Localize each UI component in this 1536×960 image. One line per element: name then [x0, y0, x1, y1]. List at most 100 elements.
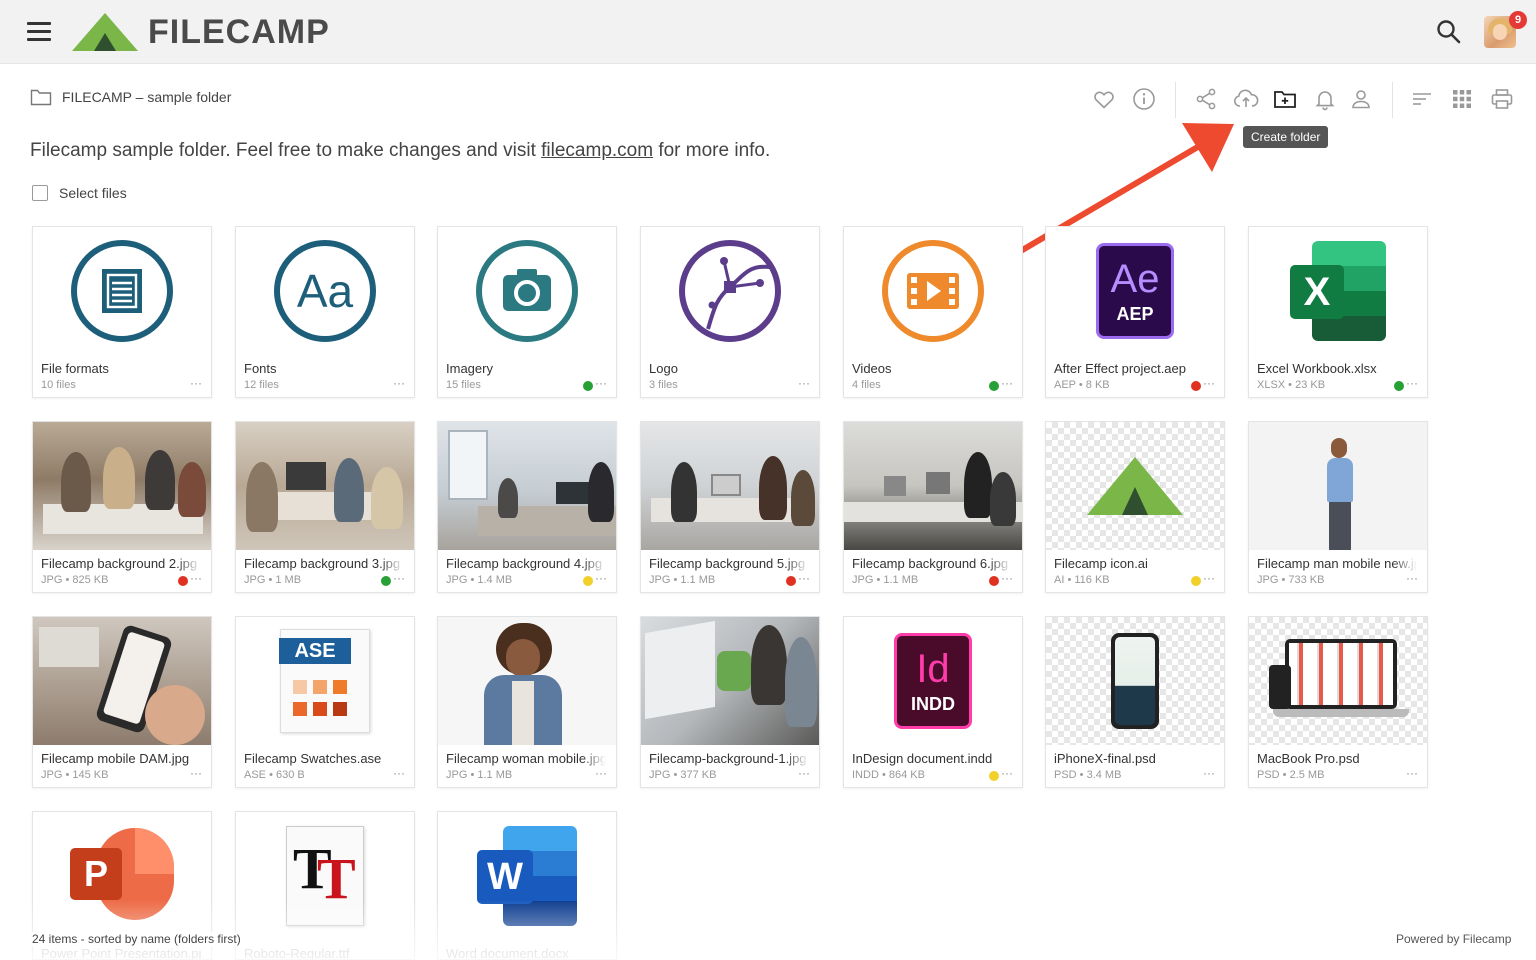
- photo-thumbnail: [33, 617, 211, 745]
- item-name: Filecamp background 3.jpg: [244, 556, 401, 571]
- create-folder-icon[interactable]: [1273, 87, 1297, 111]
- file-card[interactable]: Filecamp woman mobile.jpg JPG • 1.1 MB ·…: [437, 616, 617, 788]
- file-card[interactable]: W Word document.docx: [437, 811, 617, 960]
- more-options-icon[interactable]: ···: [595, 571, 607, 585]
- more-options-icon[interactable]: ···: [190, 571, 202, 585]
- svg-text:Aa: Aa: [297, 265, 354, 317]
- logo-pen-icon: [679, 240, 781, 342]
- info-icon[interactable]: [1132, 87, 1156, 111]
- file-thumbnail: T T: [236, 812, 414, 940]
- item-name: Filecamp background 4.jpg: [446, 556, 603, 571]
- file-card[interactable]: Filecamp mobile DAM.jpg JPG • 145 KB ···: [32, 616, 212, 788]
- more-options-icon[interactable]: ···: [595, 766, 607, 780]
- item-name: Filecamp icon.ai: [1054, 556, 1148, 571]
- filecamp-mountain-icon: [72, 13, 138, 51]
- file-card[interactable]: ASE Filecamp Swatches.ase ASE • 630 B ··…: [235, 616, 415, 788]
- more-options-icon[interactable]: ···: [798, 376, 810, 390]
- folder-icon: [30, 89, 52, 106]
- bell-icon[interactable]: [1313, 87, 1337, 111]
- font-file-icon: T T: [286, 826, 364, 926]
- file-card[interactable]: MacBook Pro.psd PSD • 2.5 MB ···: [1248, 616, 1428, 788]
- item-meta: JPG • 1.4 MB: [446, 574, 513, 586]
- upload-cloud-icon[interactable]: [1233, 87, 1259, 111]
- excel-icon: X: [1290, 241, 1386, 341]
- item-name: After Effect project.aep: [1054, 361, 1186, 376]
- powerpoint-icon: P: [70, 828, 174, 924]
- folder-card[interactable]: Videos 4 files ···: [843, 226, 1023, 398]
- more-options-icon[interactable]: ···: [1203, 376, 1215, 390]
- more-options-icon[interactable]: ···: [798, 571, 810, 585]
- more-options-icon[interactable]: ···: [798, 766, 810, 780]
- folder-card[interactable]: File formats 10 files ···: [32, 226, 212, 398]
- file-thumbnail: [1249, 617, 1427, 745]
- macbook-mockup-icon: [1269, 639, 1409, 723]
- file-card[interactable]: Ae AEP After Effect project.aep AEP • 8 …: [1045, 226, 1225, 398]
- item-name: Logo: [649, 361, 678, 376]
- item-name: Filecamp background 5.jpg: [649, 556, 806, 571]
- file-card[interactable]: Filecamp background 6.jpg JPG • 1.1 MB ·…: [843, 421, 1023, 593]
- more-options-icon[interactable]: ···: [190, 376, 202, 390]
- file-card[interactable]: X Excel Workbook.xlsx XLSX • 23 KB ···: [1248, 226, 1428, 398]
- more-options-icon[interactable]: ···: [190, 766, 202, 780]
- more-options-icon[interactable]: ···: [393, 376, 405, 390]
- more-options-icon[interactable]: ···: [595, 376, 607, 390]
- ae-label: Ae: [1110, 256, 1160, 301]
- file-card[interactable]: T T Roboto-Regular.ttf: [235, 811, 415, 960]
- item-name: Filecamp background 6.jpg: [852, 556, 1009, 571]
- file-card[interactable]: iPhoneX-final.psd PSD • 3.4 MB ···: [1045, 616, 1225, 788]
- photo-thumbnail: [33, 422, 211, 550]
- share-icon[interactable]: [1194, 87, 1218, 111]
- file-card[interactable]: Filecamp icon.ai AI • 116 KB ···: [1045, 421, 1225, 593]
- folder-card[interactable]: Aa Fonts 12 files ···: [235, 226, 415, 398]
- more-options-icon[interactable]: ···: [1203, 571, 1215, 585]
- aep-label: AEP: [1116, 303, 1154, 324]
- fonts-icon: Aa: [274, 240, 376, 342]
- file-thumbnail: ASE: [236, 617, 414, 745]
- folder-thumbnail: [438, 227, 616, 355]
- file-card[interactable]: Id INDD InDesign document.indd INDD • 86…: [843, 616, 1023, 788]
- item-meta: 12 files: [244, 379, 279, 391]
- file-card[interactable]: Filecamp man mobile new.jpg JPG • 733 KB…: [1248, 421, 1428, 593]
- more-options-icon[interactable]: ···: [393, 766, 405, 780]
- file-card[interactable]: Filecamp background 3.jpg JPG • 1 MB ···: [235, 421, 415, 593]
- filecamp-link[interactable]: filecamp.com: [541, 140, 653, 161]
- excel-x-label: X: [1290, 265, 1344, 319]
- sort-icon[interactable]: [1410, 87, 1434, 111]
- select-files[interactable]: Select files: [32, 185, 127, 201]
- file-card[interactable]: Filecamp background 2.jpg JPG • 825 KB ·…: [32, 421, 212, 593]
- menu-icon[interactable]: [27, 22, 51, 42]
- print-icon[interactable]: [1490, 87, 1514, 111]
- more-options-icon[interactable]: ···: [1203, 766, 1215, 780]
- description-text: Filecamp sample folder. Feel free to mak…: [30, 140, 542, 161]
- select-files-checkbox[interactable]: [32, 185, 48, 201]
- id-label: Id: [916, 646, 950, 691]
- notification-badge: 9: [1509, 11, 1527, 29]
- powered-by-link[interactable]: Powered by Filecamp: [1396, 932, 1511, 946]
- more-options-icon[interactable]: ···: [1001, 766, 1013, 780]
- breadcrumb-path[interactable]: FILECAMP – sample folder: [62, 89, 231, 105]
- more-options-icon[interactable]: ···: [393, 571, 405, 585]
- file-card[interactable]: Filecamp-background-1.jpg JPG • 377 KB ·…: [640, 616, 820, 788]
- item-name: Filecamp Swatches.ase: [244, 751, 382, 766]
- select-files-label: Select files: [59, 185, 127, 201]
- folder-card[interactable]: Imagery 15 files ···: [437, 226, 617, 398]
- more-options-icon[interactable]: ···: [1001, 376, 1013, 390]
- search-icon[interactable]: [1436, 19, 1462, 45]
- file-thumbnail: W: [438, 812, 616, 940]
- folder-thumbnail: [33, 227, 211, 355]
- heart-icon[interactable]: [1092, 87, 1116, 111]
- ppt-p-label: P: [70, 848, 122, 900]
- more-options-icon[interactable]: ···: [1406, 571, 1418, 585]
- more-options-icon[interactable]: ···: [1406, 376, 1418, 390]
- grid-view-icon[interactable]: [1450, 87, 1474, 111]
- file-card[interactable]: Filecamp background 4.jpg JPG • 1.4 MB ·…: [437, 421, 617, 593]
- item-name: Roboto-Regular.ttf: [244, 946, 350, 960]
- more-options-icon[interactable]: ···: [1001, 571, 1013, 585]
- folder-card[interactable]: Logo 3 files ···: [640, 226, 820, 398]
- more-options-icon[interactable]: ···: [1406, 766, 1418, 780]
- filecamp-logo[interactable]: FILECAMP: [70, 10, 330, 54]
- user-icon[interactable]: [1349, 87, 1373, 111]
- top-bar: FILECAMP 9: [0, 0, 1536, 64]
- status-dot: [381, 576, 391, 586]
- file-card[interactable]: Filecamp background 5.jpg JPG • 1.1 MB ·…: [640, 421, 820, 593]
